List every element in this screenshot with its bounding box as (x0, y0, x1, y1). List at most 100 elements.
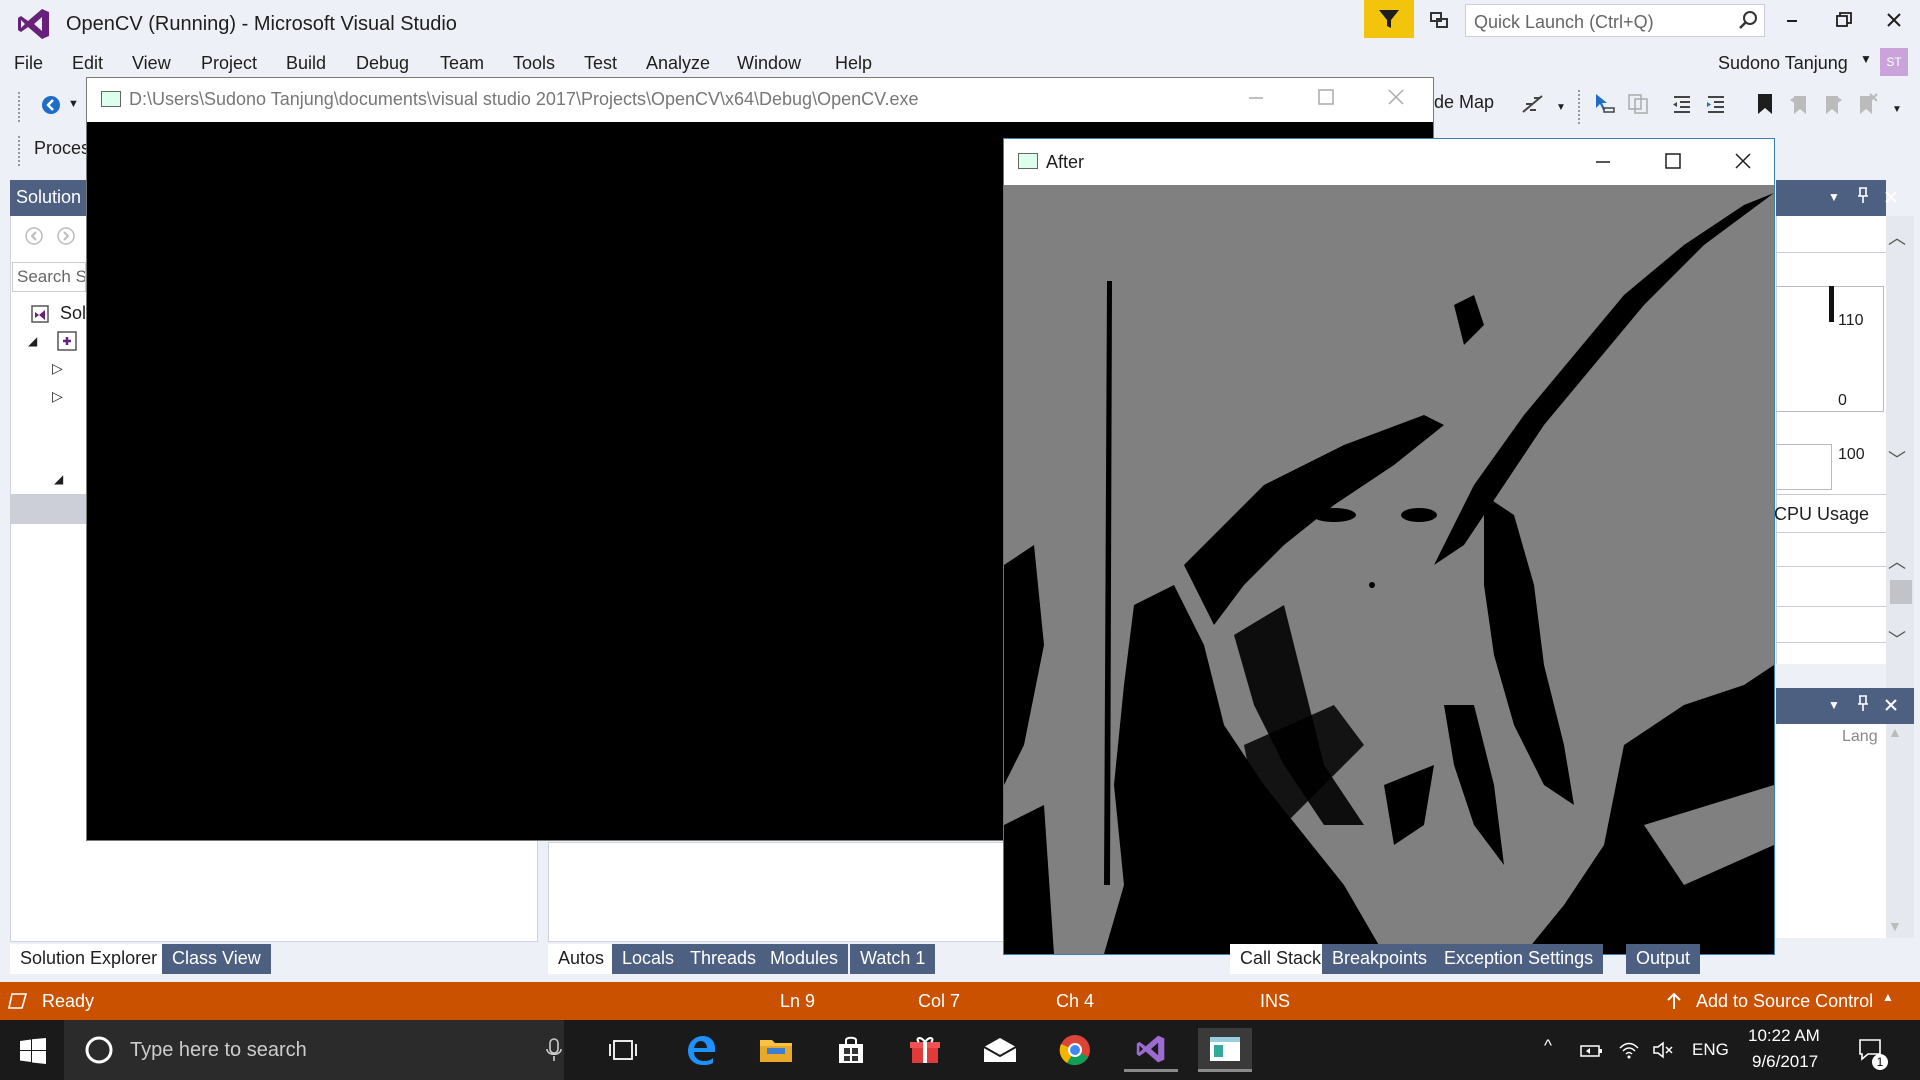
tab-modules[interactable]: Modules (760, 944, 849, 974)
vertical-scrollbar[interactable] (1886, 216, 1914, 938)
close-icon[interactable] (1884, 188, 1898, 210)
gift-icon[interactable] (898, 1028, 952, 1072)
tab-breakpoints[interactable]: Breakpoints (1322, 944, 1438, 974)
scroll-down-icon[interactable]: ﹀ (1888, 446, 1906, 472)
microphone-icon[interactable] (546, 1038, 562, 1068)
restore-button[interactable] (1818, 0, 1870, 40)
scroll-down-icon[interactable]: ﹀ (1888, 626, 1906, 652)
clock-time[interactable]: 10:22 AM (1748, 1026, 1820, 1046)
copy-icon[interactable] (1626, 92, 1650, 122)
menu-debug[interactable]: Debug (356, 53, 409, 74)
forward-icon[interactable] (56, 226, 76, 252)
console-title-bar[interactable]: D:\Users\Sudono Tanjung\documents\visual… (87, 78, 1433, 122)
outdent-icon[interactable] (1670, 92, 1694, 122)
minimize-button[interactable] (1594, 152, 1612, 176)
collapsed-arrow-icon[interactable]: ▷ (52, 388, 63, 405)
select-icon[interactable] (1592, 92, 1616, 122)
store-icon[interactable] (824, 1028, 878, 1072)
tab-exception-settings[interactable]: Exception Settings (1434, 944, 1604, 974)
back-navigation-icon[interactable] (40, 94, 62, 122)
maximize-button[interactable] (1664, 152, 1682, 176)
toolbar-grip[interactable] (1578, 90, 1582, 124)
language-indicator[interactable]: ENG (1692, 1040, 1729, 1060)
menu-tools[interactable]: Tools (513, 53, 555, 74)
close-button[interactable] (1734, 152, 1752, 176)
lang-column-header[interactable]: Lang (1842, 728, 1878, 746)
pin-icon[interactable] (1856, 186, 1870, 210)
tab-solution-explorer[interactable]: Solution Explorer (10, 944, 168, 974)
scroll-down-icon[interactable]: ▼ (1888, 918, 1902, 934)
opencv-window-taskbar-icon[interactable] (1198, 1028, 1252, 1072)
code-map-button[interactable]: de Map (1434, 92, 1494, 113)
pin-icon[interactable] (1856, 694, 1870, 718)
menu-help[interactable]: Help (835, 53, 872, 74)
file-explorer-icon[interactable] (749, 1028, 803, 1072)
chevron-down-icon[interactable]: ▼ (68, 98, 79, 110)
chevron-down-icon[interactable]: ▼ (1860, 52, 1872, 66)
cpu-usage-tab[interactable]: CPU Usage (1774, 504, 1869, 525)
previous-bookmark-icon[interactable] (1788, 92, 1810, 122)
tab-output[interactable]: Output (1626, 944, 1701, 974)
menu-view[interactable]: View (132, 53, 171, 74)
panel-dropdown-icon[interactable]: ▼ (1828, 698, 1840, 712)
notification-filter-icon[interactable] (1364, 0, 1414, 38)
collapsed-arrow-icon[interactable]: ▷ (52, 360, 63, 377)
mail-icon[interactable] (973, 1028, 1027, 1072)
volume-muted-icon[interactable] (1652, 1040, 1674, 1066)
avatar[interactable]: ST (1880, 48, 1908, 76)
user-name[interactable]: Sudono Tanjung (1718, 53, 1848, 74)
selected-tree-item[interactable] (10, 494, 86, 524)
chevron-down-icon[interactable]: ▼ (1556, 102, 1566, 113)
feedback-icon[interactable] (1424, 6, 1454, 36)
after-image-window[interactable]: After (1003, 138, 1775, 955)
tab-autos[interactable]: Autos (548, 944, 615, 974)
add-to-source-control-button[interactable]: Add to Source Control (1696, 991, 1873, 1012)
after-title-bar[interactable]: After (1004, 139, 1774, 185)
arrow-up-icon[interactable] (1666, 992, 1682, 1015)
tab-class-view[interactable]: Class View (162, 944, 271, 974)
close-icon[interactable] (1884, 696, 1898, 718)
menu-project[interactable]: Project (201, 53, 257, 74)
hot-path-icon[interactable] (1520, 92, 1546, 122)
menu-build[interactable]: Build (286, 53, 326, 74)
task-view-icon[interactable] (596, 1028, 650, 1072)
indent-icon[interactable] (1704, 92, 1728, 122)
close-button[interactable] (1387, 88, 1405, 112)
battery-icon[interactable] (1580, 1042, 1604, 1066)
tab-locals[interactable]: Locals (612, 944, 685, 974)
windows-start-icon[interactable] (20, 1038, 46, 1070)
menu-team[interactable]: Team (440, 53, 484, 74)
solution-search-input[interactable]: Search S (12, 262, 86, 292)
chevron-up-icon[interactable]: ▲ (1882, 990, 1894, 1004)
expanded-arrow-icon[interactable]: ◢ (28, 334, 37, 348)
solution-root-item[interactable]: Sol (60, 303, 86, 324)
clock-date[interactable]: 9/6/2017 (1752, 1052, 1818, 1072)
expanded-arrow-icon[interactable]: ◢ (54, 472, 63, 486)
scrollbar-thumb[interactable] (1890, 580, 1912, 604)
taskbar-search-box[interactable]: Type here to search (64, 1020, 564, 1080)
menu-analyze[interactable]: Analyze (646, 53, 710, 74)
close-button[interactable] (1868, 0, 1920, 40)
edge-browser-icon[interactable] (674, 1028, 728, 1072)
scroll-up-icon[interactable]: ︿ (1888, 548, 1906, 574)
bookmark-icon[interactable] (1754, 92, 1776, 122)
toolbar-overflow-icon[interactable]: ▼ (1892, 104, 1902, 115)
clear-bookmarks-icon[interactable] (1856, 92, 1878, 122)
minimize-button[interactable] (1247, 88, 1265, 112)
scroll-up-icon[interactable]: ▲ (1888, 724, 1902, 740)
quick-launch-input[interactable]: Quick Launch (Ctrl+Q) (1465, 4, 1765, 37)
minimize-button[interactable] (1766, 0, 1818, 40)
chrome-icon[interactable] (1048, 1028, 1102, 1072)
menu-edit[interactable]: Edit (72, 53, 103, 74)
back-icon[interactable] (24, 226, 44, 252)
next-bookmark-icon[interactable] (1822, 92, 1844, 122)
tab-call-stack[interactable]: Call Stack (1230, 944, 1332, 974)
tab-watch-1[interactable]: Watch 1 (850, 944, 936, 974)
tab-threads[interactable]: Threads (680, 944, 767, 974)
menu-test[interactable]: Test (584, 53, 617, 74)
toolbar-grip[interactable] (18, 92, 22, 122)
wifi-icon[interactable] (1618, 1040, 1640, 1066)
menu-file[interactable]: File (14, 53, 43, 74)
maximize-button[interactable] (1317, 88, 1335, 112)
menu-window[interactable]: Window (737, 53, 801, 74)
